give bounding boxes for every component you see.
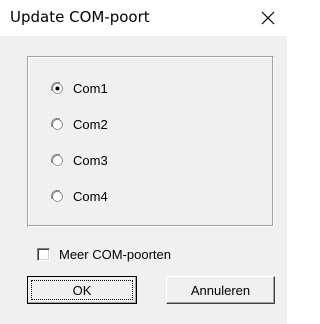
cancel-button[interactable]: Annuleren <box>166 276 275 304</box>
update-com-port-dialog: Update COM-poort Com1 Com2 Com3 Com4 Mee… <box>0 0 287 324</box>
more-com-ports-checkbox[interactable]: Meer COM-poorten <box>37 244 171 264</box>
radio-option-com4[interactable]: Com4 <box>50 186 108 206</box>
dialog-title: Update COM-poort <box>10 8 150 26</box>
radio-label-com1: Com1 <box>73 80 108 96</box>
radio-unselected-icon[interactable] <box>50 117 64 131</box>
radio-label-com3: Com3 <box>73 152 108 168</box>
com-port-group: Com1 Com2 Com3 Com4 <box>27 56 274 227</box>
title-bar[interactable]: Update COM-poort <box>0 0 287 36</box>
ok-button[interactable]: OK <box>27 276 137 304</box>
radio-option-com2[interactable]: Com2 <box>50 114 108 134</box>
dialog-body: Com1 Com2 Com3 Com4 Meer COM-poorten OK … <box>0 36 287 324</box>
cancel-button-label: Annuleren <box>190 282 251 298</box>
ok-button-label: OK <box>72 282 92 298</box>
close-icon <box>261 11 275 25</box>
radio-label-com4: Com4 <box>73 188 108 204</box>
radio-option-com3[interactable]: Com3 <box>50 150 108 170</box>
close-button[interactable] <box>252 2 284 34</box>
radio-unselected-icon[interactable] <box>50 189 64 203</box>
radio-option-com1[interactable]: Com1 <box>50 78 108 98</box>
more-com-ports-label: Meer COM-poorten <box>59 246 171 262</box>
radio-unselected-icon[interactable] <box>50 153 64 167</box>
radio-label-com2: Com2 <box>73 116 108 132</box>
radio-selected-icon[interactable] <box>50 81 64 95</box>
checkbox-unchecked-icon[interactable] <box>37 247 50 261</box>
